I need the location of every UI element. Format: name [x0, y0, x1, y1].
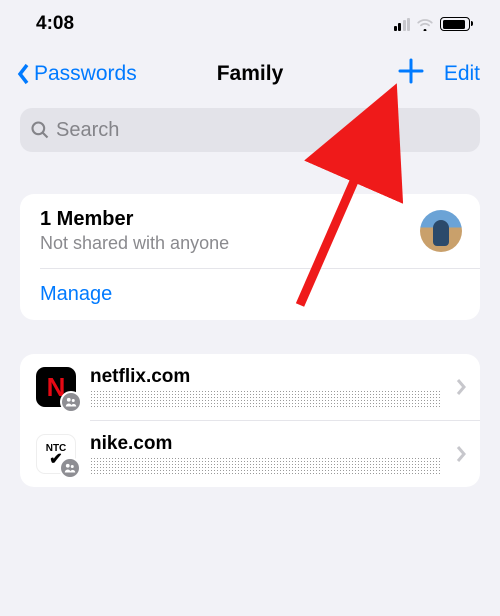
member-subtitle: Not shared with anyone [40, 233, 420, 254]
status-bar: 4:08 [0, 0, 500, 44]
item-domain: netflix.com [90, 366, 442, 388]
nike-icon: NTC✔ [36, 434, 76, 474]
page-title: Family [217, 62, 284, 86]
member-count: 1 Member [40, 208, 420, 231]
signal-icon [394, 18, 411, 31]
nav-bar: Passwords Family Edit [0, 44, 500, 106]
status-icons [394, 17, 471, 31]
shared-badge-icon [59, 457, 81, 479]
list-item[interactable]: N netflix.com [20, 354, 480, 420]
plus-icon [398, 58, 424, 84]
shared-badge-icon [60, 391, 82, 413]
passwords-list: N netflix.com NTC✔ nike.com [20, 354, 480, 487]
chevron-right-icon [456, 445, 466, 463]
add-button[interactable] [398, 58, 424, 90]
search-input[interactable]: Search [20, 108, 480, 152]
members-row[interactable]: 1 Member Not shared with anyone [20, 194, 480, 268]
members-card: 1 Member Not shared with anyone Manage [20, 194, 480, 320]
redacted-username [90, 457, 442, 475]
item-domain: nike.com [90, 433, 442, 455]
status-time: 4:08 [36, 13, 74, 35]
chevron-left-icon [16, 62, 32, 86]
back-label: Passwords [34, 62, 137, 86]
edit-button[interactable]: Edit [444, 62, 480, 86]
avatar [420, 210, 462, 252]
chevron-right-icon [456, 378, 466, 396]
search-placeholder: Search [56, 119, 119, 142]
back-button[interactable]: Passwords [16, 62, 137, 86]
netflix-icon: N [36, 367, 76, 407]
search-icon [30, 120, 50, 140]
wifi-icon [416, 17, 434, 31]
redacted-username [90, 390, 442, 408]
list-item[interactable]: NTC✔ nike.com [20, 421, 480, 487]
battery-icon [440, 17, 470, 31]
manage-button[interactable]: Manage [20, 269, 480, 320]
